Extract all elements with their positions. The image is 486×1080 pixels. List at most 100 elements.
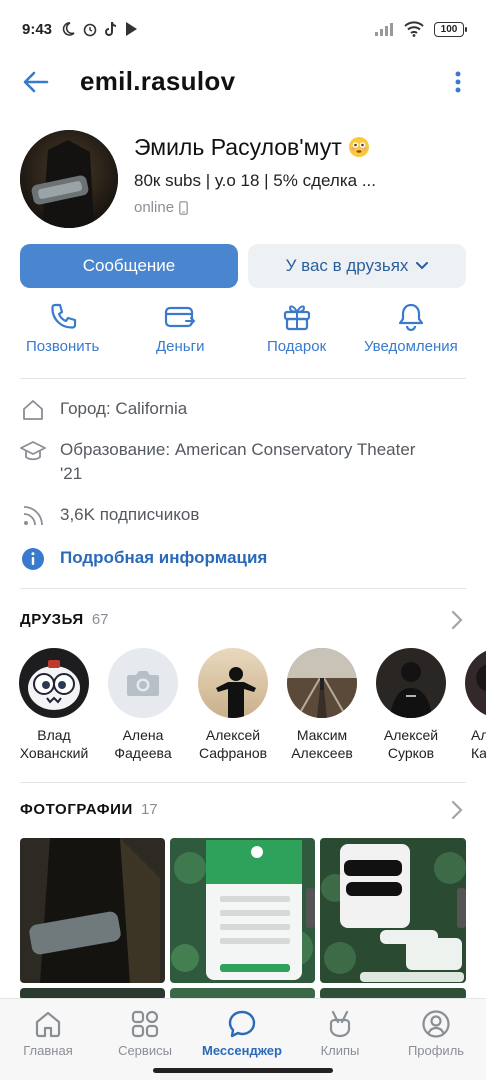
- play-store-icon: [126, 22, 138, 36]
- money-card-icon: [165, 306, 196, 328]
- friend-avatar: [19, 648, 89, 718]
- friend-item[interactable]: Алексей Сурков: [370, 648, 452, 762]
- friend-item[interactable]: Максим Алексеев: [281, 648, 363, 762]
- money-action[interactable]: Деньги: [156, 302, 204, 355]
- gift-icon: [283, 305, 310, 331]
- tab-services[interactable]: Сервисы: [105, 1009, 185, 1058]
- more-info-text: Подробная информация: [60, 548, 268, 567]
- call-action[interactable]: Позвонить: [26, 302, 99, 355]
- photo-thumbnail[interactable]: [320, 838, 466, 983]
- status-system-icons: 100: [374, 21, 467, 37]
- divider: [20, 588, 466, 589]
- status-notification-icons: [60, 21, 138, 37]
- chevron-right-icon[interactable]: [450, 799, 464, 821]
- tab-services-label: Сервисы: [118, 1043, 172, 1058]
- info-circle-icon: [20, 546, 46, 572]
- profile-icon: [422, 1010, 450, 1038]
- friend-item[interactable]: Алена Фадеева: [102, 648, 184, 762]
- photos-title: ФОТОГРАФИИ: [20, 801, 133, 818]
- camera-icon: [127, 671, 159, 696]
- tab-clips[interactable]: Клипы: [300, 1009, 380, 1058]
- chevron-down-icon: [416, 262, 429, 270]
- friend-item[interactable]: Влад Хованский: [13, 648, 95, 762]
- status-bar: 9:43 100: [0, 0, 486, 58]
- followers-text: 3,6K подписчиков: [60, 505, 200, 524]
- city-text: Город: California: [60, 399, 188, 418]
- graduation-cap-icon: [20, 438, 46, 464]
- more-info-link[interactable]: Подробная информация: [20, 546, 466, 572]
- notifications-label: Уведомления: [364, 338, 458, 355]
- tiktok-icon: [105, 21, 117, 36]
- friends-status-button[interactable]: У вас в друзьях: [248, 244, 466, 288]
- friend-name-line2: Алексеев: [291, 745, 353, 761]
- friend-name-line1: Алена: [122, 727, 164, 743]
- friend-item[interactable]: Алексей Сафранов: [192, 648, 274, 762]
- back-button[interactable]: [20, 66, 52, 98]
- online-indicator: online: [134, 199, 188, 216]
- tab-clips-label: Клипы: [320, 1043, 360, 1058]
- friend-name-line1: Алексей: [383, 727, 439, 743]
- friend-avatar: [376, 648, 446, 718]
- home-indicator[interactable]: [153, 1068, 333, 1073]
- profile-name: Эмиль Расулов'мут: [134, 134, 370, 161]
- arrow-left-icon: [23, 71, 49, 93]
- wifi-icon: [404, 21, 424, 37]
- more-options-button[interactable]: [446, 66, 470, 98]
- home-icon: [35, 1011, 61, 1038]
- page-title: emil.rasulov: [80, 66, 236, 96]
- battery-indicator: 100: [434, 21, 467, 37]
- friend-name-line2: Фадеева: [114, 745, 172, 761]
- friends-button-label: У вас в друзьях: [285, 256, 409, 275]
- call-label: Позвонить: [26, 338, 100, 355]
- chevron-right-icon[interactable]: [450, 609, 464, 631]
- clips-icon: [329, 1010, 351, 1038]
- info-education: Образование: American Conservatory Theat…: [20, 438, 466, 486]
- info-followers[interactable]: 3,6K подписчиков: [20, 503, 466, 529]
- phone-icon: [51, 303, 76, 329]
- gift-action[interactable]: Подарок: [267, 302, 326, 355]
- profile-actions: Позвонить Деньги Подарок Уведомления: [0, 302, 486, 368]
- photo-thumbnail[interactable]: [170, 838, 315, 983]
- friend-avatar: [198, 648, 268, 718]
- tab-profile[interactable]: Профиль: [396, 1009, 476, 1058]
- rss-icon: [20, 503, 46, 529]
- photos-section-header[interactable]: ФОТОГРАФИИ 17: [20, 801, 158, 818]
- message-button-label: Сообщение: [82, 256, 176, 275]
- money-label: Деньги: [156, 338, 205, 355]
- home-outline-icon: [20, 397, 46, 423]
- mobile-device-icon: [179, 200, 188, 215]
- friend-name-line2: Сурков: [387, 745, 435, 761]
- profile-name-text: Эмиль Расулов'мут: [134, 134, 342, 160]
- education-text-line2: '21: [60, 464, 83, 483]
- flushed-emoji-icon: [349, 137, 370, 157]
- services-icon: [131, 1010, 159, 1038]
- notifications-action[interactable]: Уведомления: [364, 302, 458, 355]
- alarm-icon: [83, 23, 97, 37]
- divider: [20, 378, 466, 379]
- tab-messenger[interactable]: Мессенджер: [202, 1009, 282, 1058]
- friend-name-line1: Алексей: [205, 727, 261, 743]
- friends-section-header[interactable]: ДРУЗЬЯ 67: [20, 611, 109, 628]
- friends-title: ДРУЗЬЯ: [20, 611, 84, 628]
- friend-name-line1: Ал: [471, 727, 486, 743]
- info-city: Город: California: [20, 397, 466, 423]
- tab-home-label: Главная: [23, 1043, 73, 1058]
- photo-thumbnail[interactable]: [20, 838, 165, 983]
- friend-item[interactable]: Ал Ка: [459, 648, 486, 762]
- friend-avatar: [465, 648, 486, 718]
- online-text: online: [134, 199, 175, 216]
- friend-name-line2: Ка: [471, 745, 486, 761]
- profile-status: 80к subs | у.о 18 | 5% сделка ...: [134, 171, 376, 190]
- status-time: 9:43: [22, 20, 53, 38]
- tab-profile-label: Профиль: [407, 1043, 465, 1058]
- gift-label: Подарок: [267, 338, 327, 355]
- photos-count: 17: [140, 801, 158, 818]
- friend-name-line1: Максим: [296, 727, 348, 743]
- message-button[interactable]: Сообщение: [20, 244, 238, 288]
- messenger-icon: [228, 1010, 256, 1038]
- tab-home[interactable]: Главная: [8, 1009, 88, 1058]
- signal-icon: [375, 23, 393, 36]
- profile-avatar[interactable]: [20, 130, 118, 228]
- bell-icon: [398, 303, 423, 332]
- friend-avatar: [287, 648, 357, 718]
